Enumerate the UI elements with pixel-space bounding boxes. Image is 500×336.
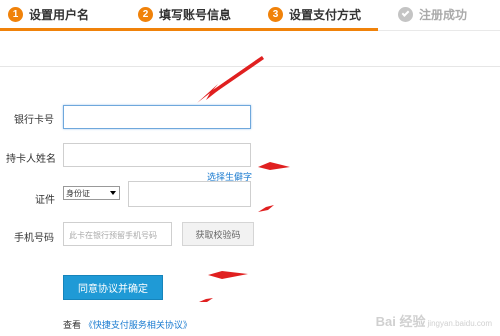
annotation-arrow-submit-icon (208, 271, 248, 279)
watermark-sub: jingyan.baidu.com (427, 319, 492, 328)
baidu-jingyan-watermark: Bai 经验 jingyan.baidu.com (376, 311, 492, 330)
annotation-arrow-agreement-icon (199, 298, 213, 302)
watermark-text: Bai 经验 (375, 314, 426, 329)
annotation-arrows (197, 56, 290, 302)
annotation-arrow-id-icon (258, 205, 274, 212)
annotation-arrow-name-icon (258, 162, 290, 170)
